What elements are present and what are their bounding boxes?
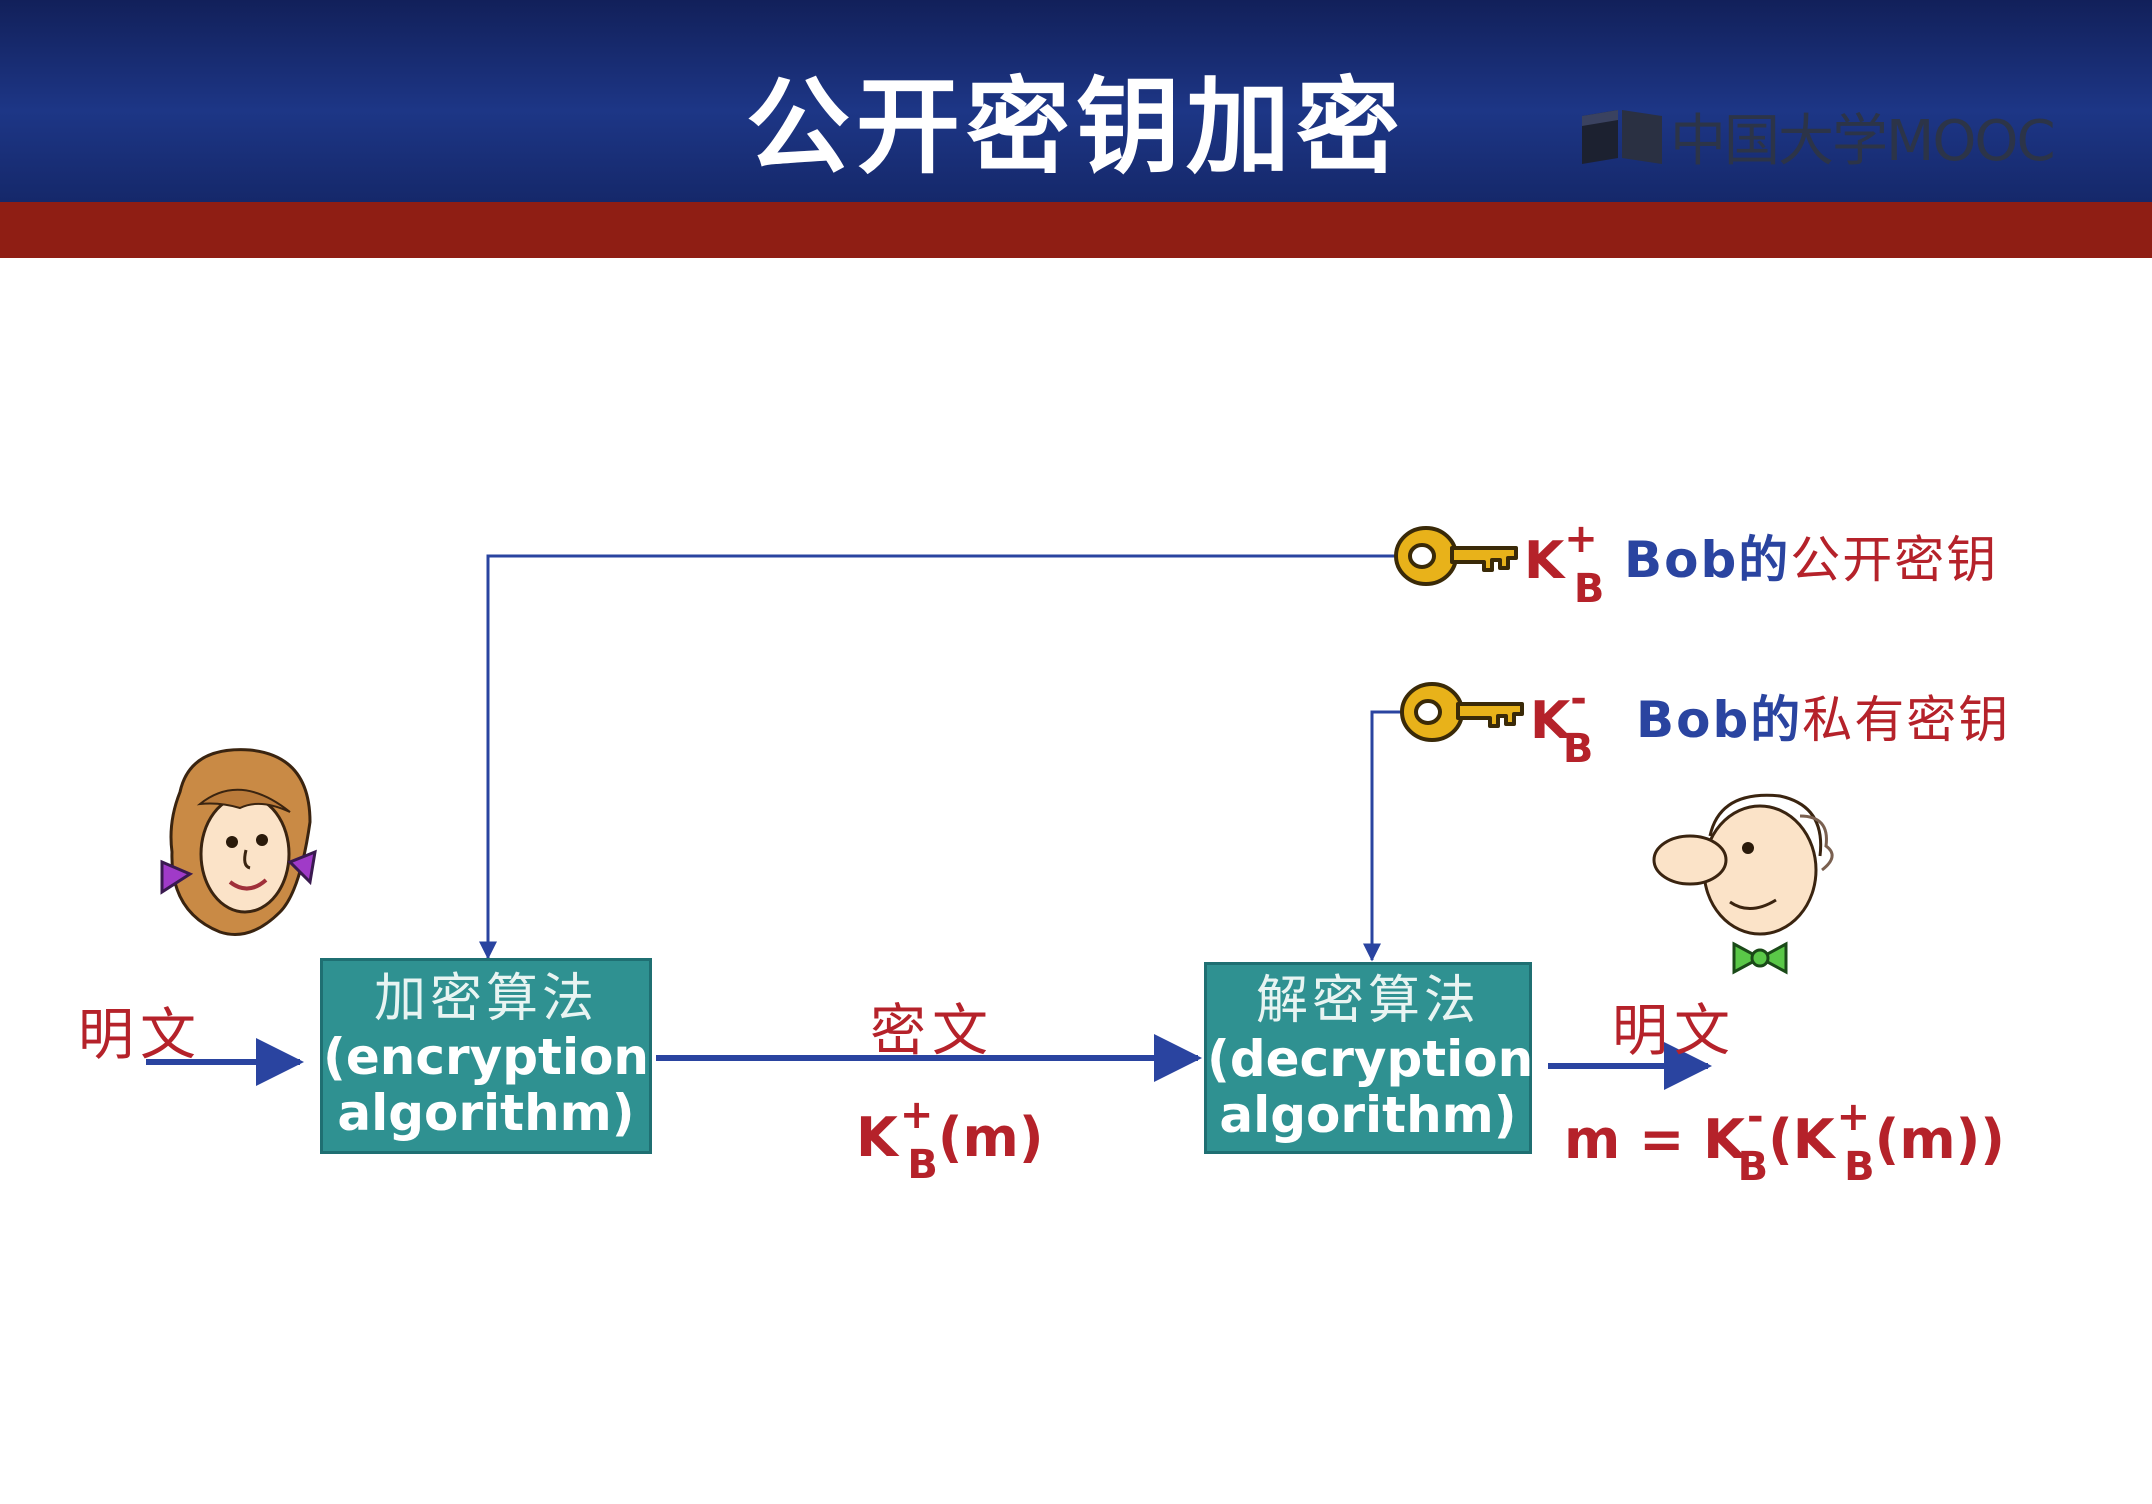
diagram-connectors: [146, 554, 1712, 1090]
encryption-en-line1: (encryption: [323, 1028, 650, 1086]
decryption-en-line1: (decryption: [1207, 1030, 1534, 1088]
key-k: K: [1524, 531, 1565, 591]
expr-superscript: +: [899, 1092, 934, 1138]
private-key-owner: Bob的: [1636, 691, 1803, 749]
public-key-desc: 公开密钥: [1790, 531, 1999, 589]
decryption-algorithm-box: 解密算法 (decryption algorithm): [1204, 962, 1534, 1154]
encryption-cn: 加密算法: [373, 969, 598, 1029]
result-k2: K: [1792, 1108, 1835, 1171]
private-key-symbol: K-B: [1530, 676, 1593, 772]
plaintext-out-label: 明文: [1612, 999, 1736, 1064]
key-subscript: B: [1573, 566, 1605, 612]
key-superscript: -: [1570, 676, 1587, 722]
ciphertext-label: 密文: [870, 999, 994, 1064]
result-subscript2: B: [1844, 1144, 1875, 1190]
expr-k: K: [856, 1106, 898, 1169]
public-key-owner: Bob的: [1624, 531, 1791, 589]
result-arg: (m)): [1874, 1108, 2005, 1171]
ciphertext-expression: K+B(m): [856, 1092, 1044, 1188]
alice-avatar: [160, 748, 317, 936]
result-open-paren: (: [1768, 1108, 1793, 1171]
private-key-label: Bob的私有密钥: [1636, 680, 2010, 752]
bob-avatar: [1652, 793, 1834, 975]
decryption-cn: 解密算法: [1255, 971, 1480, 1031]
public-key-line: [479, 554, 1400, 960]
result-lhs: m =: [1564, 1108, 1704, 1171]
encryption-en-line2: algorithm): [337, 1084, 635, 1142]
public-key-label: Bob的公开密钥: [1624, 520, 1998, 592]
result-expression: m = K-B(K+B(m)): [1564, 1094, 2005, 1190]
plaintext-in-label: 明文: [78, 1003, 202, 1068]
public-key-icon: [1394, 526, 1518, 586]
private-key-desc: 私有密钥: [1802, 691, 2011, 749]
result-subscript1: B: [1737, 1144, 1769, 1190]
expr-arg: (m): [937, 1106, 1044, 1169]
result-superscript1: -: [1746, 1094, 1764, 1140]
result-superscript2: +: [1836, 1094, 1871, 1140]
private-key-icon: [1400, 682, 1524, 742]
public-key-symbol: K+B: [1524, 516, 1604, 612]
key-subscript: B: [1562, 726, 1594, 772]
encryption-algorithm-box: 加密算法 (encryption algorithm): [320, 958, 652, 1154]
expr-subscript: B: [907, 1142, 938, 1188]
decryption-en-line2: algorithm): [1219, 1086, 1517, 1144]
key-superscript: +: [1564, 516, 1598, 562]
